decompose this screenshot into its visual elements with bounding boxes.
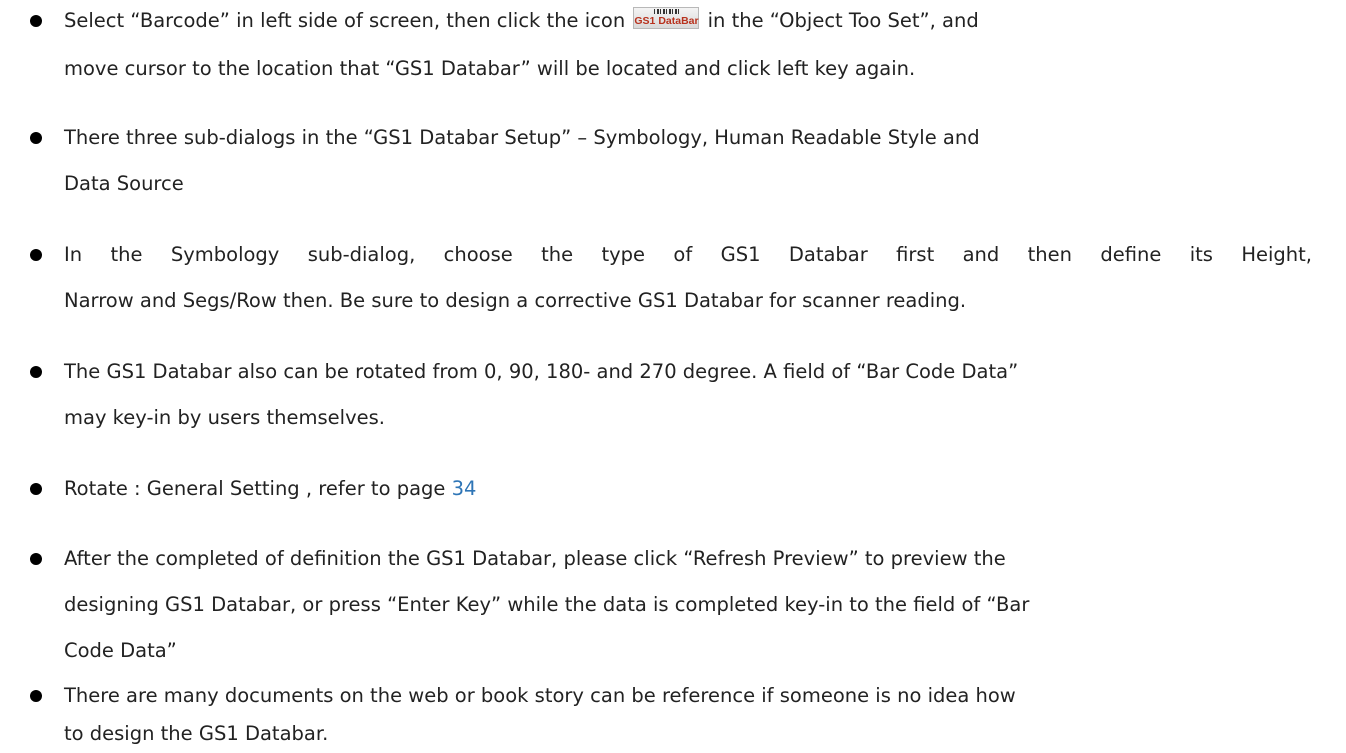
gs1-databar-icon-label: GS1 DataBar xyxy=(634,14,699,27)
list-item-line: Code Data” xyxy=(64,639,177,662)
document-page: Select “Barcode” in left side of screen,… xyxy=(0,0,1346,753)
bullet-dot xyxy=(30,249,42,261)
list-item-line: to design the GS1 Databar. xyxy=(64,722,329,745)
list-item-text: in the “Object Too Set”, and xyxy=(707,9,979,32)
bullet-dot xyxy=(30,15,42,27)
list-item-line: Narrow and Segs/Row then. Be sure to des… xyxy=(64,289,967,312)
list-item-text: Rotate : General Setting , refer to page xyxy=(64,477,446,500)
list-item-line: There three sub-dialogs in the “GS1 Data… xyxy=(64,126,980,149)
bullet-dot xyxy=(30,483,42,495)
list-item-line: move cursor to the location that “GS1 Da… xyxy=(64,57,916,80)
list-item-line: Select “Barcode” in left side of screen,… xyxy=(64,6,979,33)
list-item-line: may key-in by users themselves. xyxy=(64,406,385,429)
bullet-dot xyxy=(30,553,42,565)
list-item-line: Rotate : General Setting , refer to page… xyxy=(64,477,476,501)
list-item-line: The GS1 Databar also can be rotated from… xyxy=(64,360,1019,383)
bullet-dot xyxy=(30,132,42,144)
list-item-text: Select “Barcode” in left side of screen,… xyxy=(64,9,626,32)
barcode-bars-icon xyxy=(654,8,681,14)
gs1-databar-icon: GS1 DataBar xyxy=(633,6,700,29)
list-item-line: There are many documents on the web or b… xyxy=(64,684,1016,707)
page-link[interactable]: 34 xyxy=(452,477,477,500)
list-item-line: designing GS1 Databar, or press “Enter K… xyxy=(64,593,1030,616)
bullet-dot xyxy=(30,690,42,702)
list-item-line: In the Symbology sub-dialog, choose the … xyxy=(64,243,1312,266)
list-item-line: After the completed of definition the GS… xyxy=(64,547,1006,570)
list-item-line: Data Source xyxy=(64,172,184,195)
bullet-dot xyxy=(30,366,42,378)
